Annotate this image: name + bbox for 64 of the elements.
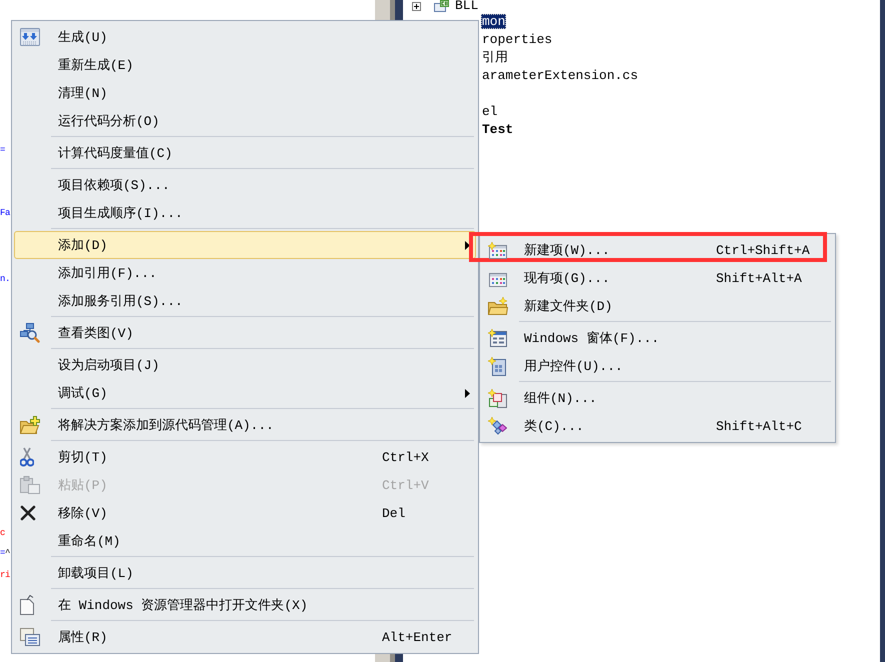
- code-text: ri: [0, 569, 10, 581]
- menu-item[interactable]: 剪切(T) Ctrl+X: [14, 443, 476, 471]
- menu-item[interactable]: 卸载项目(L): [14, 559, 476, 587]
- menu-item[interactable]: 项目依赖项(S)...: [14, 171, 476, 199]
- tree-item[interactable]: mon: [481, 14, 506, 28]
- menu-item[interactable]: 在 Windows 资源管理器中打开文件夹(X): [14, 591, 476, 619]
- menu-item[interactable]: 添加引用(F)...: [14, 259, 476, 287]
- shortcut-label: Shift+Alt+C: [716, 418, 802, 434]
- blocks-sparkle-icon: [488, 388, 507, 408]
- menu-item[interactable]: 重新生成(E): [14, 51, 476, 79]
- diamonds-sparkle-icon: [488, 417, 507, 435]
- tree-item[interactable]: 引用: [481, 50, 509, 64]
- calculator-sparkle-icon: [488, 356, 506, 376]
- menu-item[interactable]: 计算代码度量值(C): [14, 139, 476, 167]
- shortcut-label: Del: [382, 506, 406, 520]
- property-sheet-icon: [20, 628, 40, 646]
- menu-item[interactable]: 查看类图(V): [14, 319, 476, 347]
- shortcut-label: Ctrl+V: [382, 478, 429, 492]
- menu-item[interactable]: 重命名(M): [14, 527, 476, 555]
- menu-item[interactable]: 属性(R) Alt+Enter: [14, 623, 476, 651]
- document-icon: [20, 595, 34, 615]
- menu-item[interactable]: 新建文件夹(D): [482, 292, 833, 320]
- menu-item[interactable]: 现有项(G)... Shift+Alt+A: [482, 264, 833, 292]
- shortcut-label: Ctrl+Shift+A: [716, 242, 810, 258]
- menu-item[interactable]: 设为启动项目(J): [14, 351, 476, 379]
- code-text: Fa: [0, 207, 10, 219]
- menu-item[interactable]: 添加(D): [14, 231, 476, 259]
- menu-item[interactable]: 类(C)... Shift+Alt+C: [482, 412, 833, 440]
- menu-item[interactable]: 组件(N)...: [482, 384, 833, 412]
- grid-arrows-icon: [20, 28, 40, 46]
- scissors-icon: [20, 447, 34, 467]
- tree-item[interactable]: roperties: [481, 32, 554, 46]
- shortcut-label: Shift+Alt+A: [716, 270, 802, 286]
- code-text: =: [0, 547, 6, 559]
- shortcut-label: Ctrl+X: [382, 450, 429, 464]
- menu-item[interactable]: 添加服务引用(S)...: [14, 287, 476, 315]
- grid-window-sparkle-icon: [488, 242, 507, 258]
- tree-item[interactable]: Test: [481, 122, 514, 136]
- tree-item[interactable]: BLL: [454, 0, 480, 12]
- code-text: n.: [0, 273, 10, 285]
- cross-icon: [20, 505, 36, 521]
- folder-plus-icon: [20, 416, 40, 434]
- menu-item[interactable]: Windows 窗体(F)...: [482, 324, 833, 352]
- project-icon: [434, 0, 449, 12]
- tree-item[interactable]: arameterExtension.cs: [481, 68, 640, 82]
- clipboard-icon: [20, 476, 40, 494]
- code-text: c: [0, 527, 6, 539]
- menu-item[interactable]: 调试(G): [14, 379, 476, 407]
- menu-item[interactable]: 生成(U): [14, 23, 476, 51]
- menu-item[interactable]: 新建项(W)... Ctrl+Shift+A: [482, 236, 833, 264]
- menu-item[interactable]: 移除(V) Del: [14, 499, 476, 527]
- menu-item[interactable]: 将解决方案添加到源代码管理(A)...: [14, 411, 476, 439]
- diagram-magnifier-icon: [20, 323, 40, 343]
- code-text: =: [0, 144, 6, 156]
- tree-item[interactable]: el: [481, 104, 499, 118]
- code-text: ^: [5, 547, 10, 559]
- menu-item[interactable]: 用户控件(U)...: [482, 352, 833, 380]
- menu-item[interactable]: 清理(N): [14, 79, 476, 107]
- menu-item[interactable]: 运行代码分析(O): [14, 107, 476, 135]
- folder-sparkle-icon: [488, 297, 508, 315]
- form-window-sparkle-icon: [488, 329, 507, 347]
- plus-box-icon[interactable]: [412, 2, 421, 10]
- menu-item[interactable]: 项目生成顺序(I)...: [14, 199, 476, 227]
- shortcut-label: Alt+Enter: [382, 630, 452, 644]
